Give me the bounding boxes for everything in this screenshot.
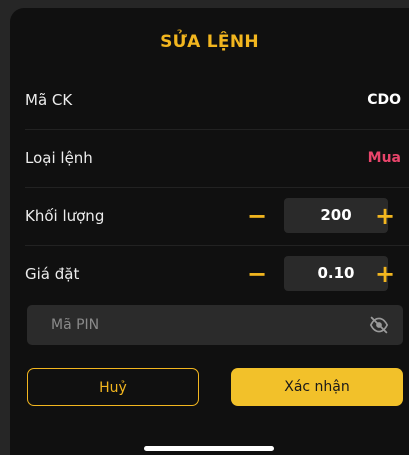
stock-code-value: CDO xyxy=(367,92,401,108)
sheet-title: SỬA LỆNH xyxy=(160,32,259,52)
row-order-type: Loại lệnh Mua xyxy=(25,129,409,188)
home-indicator xyxy=(144,446,274,451)
cancel-button[interactable]: Huỷ xyxy=(27,368,199,406)
pin-placeholder: Mã PIN xyxy=(51,317,100,333)
quantity-label: Khối lượng xyxy=(25,207,105,225)
stock-code-label: Mã CK xyxy=(25,91,73,109)
confirm-button[interactable]: Xác nhận xyxy=(231,368,403,406)
quantity-decrease-button[interactable]: − xyxy=(239,187,275,245)
quantity-stepper: − 200 + xyxy=(229,187,409,245)
pin-field[interactable]: Mã PIN xyxy=(27,305,403,345)
order-type-value: Mua xyxy=(367,150,401,166)
edit-order-sheet: SỬA LỆNH Mã CK CDO Loại lệnh Mua Khối lư… xyxy=(10,8,409,455)
row-price: Giá đặt − 0.10 + xyxy=(25,245,409,303)
order-type-label: Loại lệnh xyxy=(25,149,93,167)
eye-slash-icon[interactable] xyxy=(369,316,389,334)
row-quantity: Khối lượng − 200 + xyxy=(25,187,409,246)
price-increase-button[interactable]: + xyxy=(367,245,403,303)
row-stock-code: Mã CK CDO xyxy=(25,71,409,130)
price-label: Giá đặt xyxy=(25,265,80,283)
price-decrease-button[interactable]: − xyxy=(239,245,275,303)
quantity-increase-button[interactable]: + xyxy=(367,187,403,245)
price-stepper: − 0.10 + xyxy=(229,245,409,303)
